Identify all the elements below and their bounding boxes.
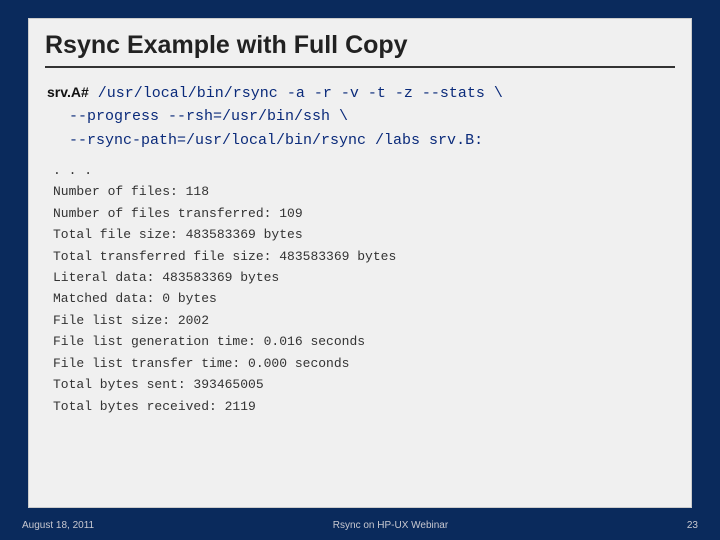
slide-title: Rsync Example with Full Copy xyxy=(45,31,675,68)
command-output: . . . Number of files: 118 Number of fil… xyxy=(47,160,673,417)
command-line-2: --progress --rsh=/usr/bin/ssh \ xyxy=(47,105,673,128)
title-bar: Rsync Example with Full Copy xyxy=(29,19,691,76)
footer-center: Rsync on HP-UX Webinar xyxy=(94,520,687,531)
slide: Rsync Example with Full Copy srv.A# /usr… xyxy=(28,18,692,508)
command-line-1-text: /usr/local/bin/rsync -a -r -v -t -z --st… xyxy=(89,85,503,102)
output-line: Matched data: 0 bytes xyxy=(53,288,673,309)
output-line: Number of files transferred: 109 xyxy=(53,203,673,224)
footer-date: August 18, 2011 xyxy=(22,520,94,531)
output-line: Total bytes received: 2119 xyxy=(53,396,673,417)
output-line: Total file size: 483583369 bytes xyxy=(53,224,673,245)
output-line: Total bytes sent: 393465005 xyxy=(53,374,673,395)
command-block: srv.A# /usr/local/bin/rsync -a -r -v -t … xyxy=(47,82,673,152)
command-line-1: srv.A# /usr/local/bin/rsync -a -r -v -t … xyxy=(47,82,673,105)
output-line: File list transfer time: 0.000 seconds xyxy=(53,353,673,374)
slide-footer: August 18, 2011 Rsync on HP-UX Webinar 2… xyxy=(0,510,720,540)
output-line: Literal data: 483583369 bytes xyxy=(53,267,673,288)
shell-prompt: srv.A# xyxy=(47,84,89,100)
output-line: File list size: 2002 xyxy=(53,310,673,331)
slide-content: srv.A# /usr/local/bin/rsync -a -r -v -t … xyxy=(29,76,691,425)
footer-page-number: 23 xyxy=(687,520,698,531)
output-ellipsis: . . . xyxy=(53,160,673,181)
command-line-3: --rsync-path=/usr/local/bin/rsync /labs … xyxy=(47,129,673,152)
output-line: File list generation time: 0.016 seconds xyxy=(53,331,673,352)
output-line: Number of files: 118 xyxy=(53,181,673,202)
output-line: Total transferred file size: 483583369 b… xyxy=(53,246,673,267)
